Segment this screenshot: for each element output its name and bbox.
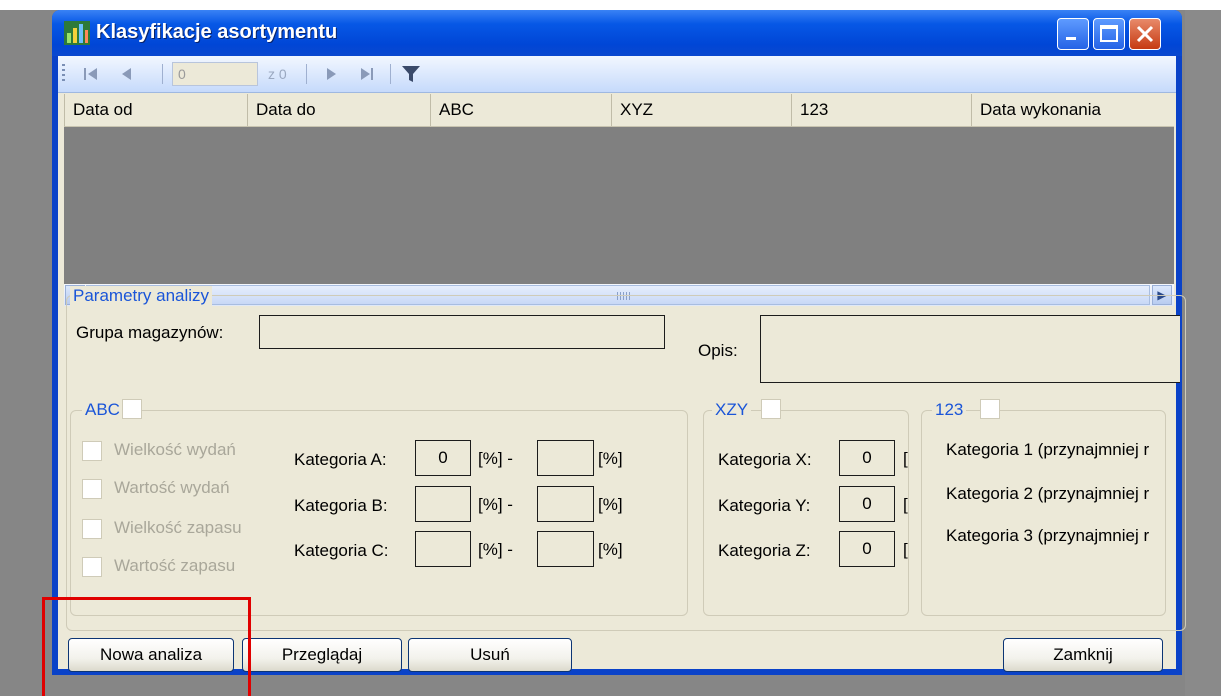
xzy-enable-checkbox[interactable]	[761, 399, 781, 419]
kategoria-b-unit2: [%]	[598, 495, 623, 514]
close-button[interactable]: Zamknij	[1003, 638, 1163, 672]
previous-record-icon[interactable]	[116, 62, 138, 86]
kategoria-c-unit2: [%]	[598, 540, 623, 559]
column-header-data-od[interactable]: Data od	[64, 94, 247, 126]
kategoria-a-unit2: [%]	[598, 449, 623, 468]
grid-header: Data od Data do ABC XYZ 123 Data wykonan…	[64, 94, 1174, 127]
abc-group-title: ABC	[82, 400, 123, 420]
maximize-button[interactable]	[1093, 18, 1125, 50]
filter-icon[interactable]	[398, 62, 424, 86]
checkbox-wartosc-wydan[interactable]	[82, 479, 102, 499]
record-count-label: z 0	[268, 66, 287, 82]
kategoria-b-to-input[interactable]	[537, 486, 594, 522]
checkbox-wielkosc-wydan[interactable]	[82, 441, 102, 461]
opis-input[interactable]	[760, 315, 1180, 383]
next-record-icon[interactable]	[320, 62, 342, 86]
wielkosc-zapasu-label: Wielkość zapasu	[114, 518, 242, 537]
kategoria-y-unit: [:	[903, 495, 909, 514]
kategoria-b-from-input[interactable]	[415, 486, 471, 522]
minimize-icon	[1066, 37, 1076, 40]
kategoria-a-from-input[interactable]: 0	[415, 440, 471, 476]
checkbox-wielkosc-zapasu[interactable]	[82, 519, 102, 539]
highlight-annotation	[42, 597, 251, 696]
n123-title: 123	[935, 400, 964, 419]
window: Klasyfikacje asortymentu 0 z 0 Data od D…	[52, 10, 1186, 675]
browse-button[interactable]: Przeglądaj	[242, 638, 402, 672]
n123-group-title: 123	[932, 400, 967, 420]
kategoria-a-to-input[interactable]	[537, 440, 594, 476]
dialog-client: 0 z 0 Data od Data do ABC XYZ 123 Data w…	[58, 56, 1186, 672]
results-grid[interactable]: Data od Data do ABC XYZ 123 Data wykonan…	[64, 94, 1174, 306]
n123-enable-checkbox[interactable]	[980, 399, 1000, 419]
close-window-button[interactable]	[1129, 18, 1161, 50]
delete-button[interactable]: Usuń	[408, 638, 572, 672]
minimize-button[interactable]	[1057, 18, 1089, 50]
kategoria-x-input[interactable]: 0	[839, 440, 895, 476]
wartosc-wydan-label: Wartość wydań	[114, 478, 230, 497]
kategoria-z-label: Kategoria Z:	[718, 541, 811, 560]
kategoria-y-label: Kategoria Y:	[718, 496, 811, 515]
analysis-params-title: Parametry analizy	[70, 286, 213, 306]
kategoria-b-label: Kategoria B:	[294, 496, 388, 515]
kategoria-x-unit: [:	[903, 449, 909, 468]
column-header-abc[interactable]: ABC	[430, 94, 611, 126]
background-strip	[1185, 10, 1221, 696]
kategoria-c-from-input[interactable]	[415, 531, 471, 567]
window-title: Klasyfikacje asortymentu	[96, 21, 338, 43]
kategoria-c-label: Kategoria C:	[294, 541, 389, 560]
toolbar-separator	[306, 64, 307, 84]
checkbox-wartosc-zapasu[interactable]	[82, 557, 102, 577]
kategoria-x-label: Kategoria X:	[718, 450, 812, 469]
abc-title: ABC	[85, 400, 120, 419]
toolbar-separator	[390, 64, 391, 84]
kategoria-3-label: Kategoria 3 (przynajmniej r	[946, 526, 1150, 545]
xzy-title: XZY	[715, 400, 749, 419]
wielkosc-wydan-label: Wielkość wydań	[114, 440, 236, 459]
wartosc-zapasu-label: Wartość zapasu	[114, 556, 236, 575]
opis-label: Opis:	[698, 341, 738, 360]
column-header-data-do[interactable]: Data do	[247, 94, 430, 126]
column-header-xyz[interactable]: XYZ	[611, 94, 791, 126]
close-icon	[1136, 25, 1154, 43]
page-top-strip	[0, 0, 1221, 10]
first-record-icon[interactable]	[80, 62, 102, 86]
toolbar-grip[interactable]	[62, 64, 65, 84]
toolbar-separator	[162, 64, 163, 84]
abc-enable-checkbox[interactable]	[122, 399, 142, 419]
column-header-data-wykonania[interactable]: Data wykonania	[971, 94, 1174, 126]
grupa-magazynow-input[interactable]	[259, 315, 665, 349]
kategoria-a-label: Kategoria A:	[294, 450, 387, 469]
kategoria-2-label: Kategoria 2 (przynajmniej r	[946, 484, 1150, 503]
navigator-toolbar: 0 z 0	[58, 56, 1176, 93]
kategoria-1-label: Kategoria 1 (przynajmniej r	[946, 440, 1150, 459]
kategoria-c-to-input[interactable]	[537, 531, 594, 567]
grupa-magazynow-label: Grupa magazynów:	[76, 323, 224, 342]
chart-app-icon	[64, 21, 90, 45]
kategoria-c-unit: [%] -	[478, 540, 513, 559]
kategoria-a-unit: [%] -	[478, 449, 513, 468]
kategoria-z-input[interactable]: 0	[839, 531, 895, 567]
last-record-icon[interactable]	[356, 62, 378, 86]
kategoria-y-input[interactable]: 0	[839, 486, 895, 522]
kategoria-b-unit: [%] -	[478, 495, 513, 514]
kategoria-z-unit: [:	[903, 540, 909, 559]
column-header-123[interactable]: 123	[791, 94, 971, 126]
title-bar[interactable]: Klasyfikacje asortymentu	[52, 10, 1182, 56]
record-position-input[interactable]: 0	[172, 62, 258, 86]
maximize-icon	[1100, 25, 1118, 42]
xzy-group-title: XZY	[712, 400, 752, 420]
